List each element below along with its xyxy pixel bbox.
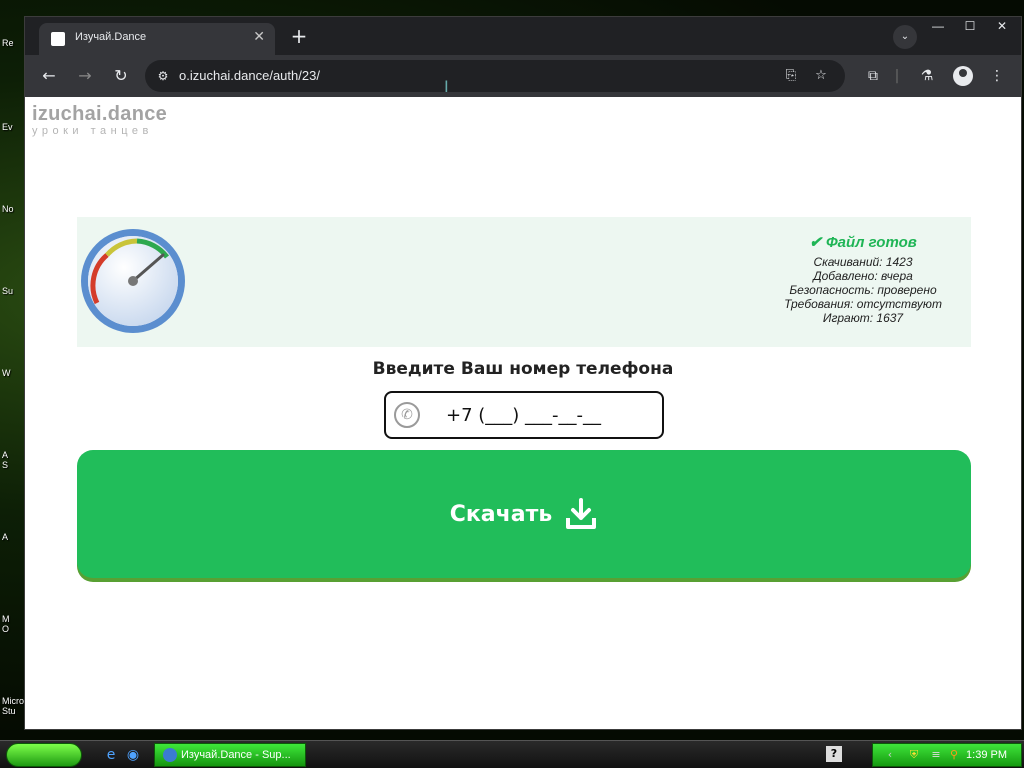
phone-input[interactable] [446, 401, 646, 429]
taskbar: e ◉ Изучай.Dance - Sup... ? ‹ ⛨ ≡ ⚲ 1:39… [0, 740, 1024, 768]
new-tab-icon[interactable]: + [287, 25, 311, 49]
status-requirements: Требования: отсутствуют [784, 297, 942, 311]
checkmark-icon: ✔ [809, 234, 822, 251]
site-logo-subtitle: уроки танцев [32, 125, 153, 137]
download-icon [566, 498, 597, 529]
text-cursor-icon: I [444, 77, 449, 96]
file-info-banner: ✔ Файл готов Скачиваний: 1423 Добавлено:… [77, 217, 971, 347]
tray-expand-icon[interactable]: ‹ [883, 748, 897, 762]
menu-kebab-icon[interactable]: ⋮ [987, 66, 1007, 86]
url-text[interactable]: o.izuchai.dance/auth/23/ [179, 68, 320, 83]
web-page: izuchai.dance уроки танцев ✔ Файл готов … [25, 97, 1021, 729]
labs-flask-icon[interactable]: ⚗ [917, 66, 937, 86]
favicon-icon [51, 32, 65, 46]
desktop-icon-label[interactable]: A S [2, 450, 8, 470]
desktop-icon-label[interactable]: Re [2, 38, 14, 48]
browser-window: Изучай.Dance ✕ + ⌄ — ☐ ✕ ← → ↻ ⚙ o.izuch… [24, 16, 1022, 730]
desktop-icon-label[interactable]: Su [2, 286, 13, 296]
close-tab-icon[interactable]: ✕ [253, 29, 265, 45]
status-downloads: Скачиваний: 1423 [813, 255, 913, 269]
status-security: Безопасность: проверено [789, 283, 937, 297]
start-button[interactable] [6, 743, 82, 767]
desktop-icon-label[interactable]: M O [2, 614, 10, 634]
system-tray: ‹ ⛨ ≡ ⚲ 1:39 PM [872, 743, 1022, 767]
search-icon[interactable]: ⚲ [947, 748, 961, 762]
toolbar-divider: | [894, 68, 900, 84]
tab-title: Изучай.Dance [75, 31, 147, 43]
security-shield-icon[interactable]: ⛨ [907, 748, 921, 762]
phone-prompt: Введите Ваш номер телефона [372, 359, 674, 379]
extensions-icon[interactable]: ⧉ [863, 66, 883, 86]
desktop-icon-label[interactable]: W [2, 368, 11, 378]
desktop-icon-label[interactable]: A [2, 532, 8, 542]
network-icon[interactable]: ≡ [929, 748, 943, 762]
browser-quicklaunch-icon[interactable]: ◉ [124, 746, 142, 764]
browser-task-icon [163, 748, 177, 762]
tab-search-icon[interactable]: ⌄ [893, 25, 917, 49]
download-button-label: Скачать [449, 501, 553, 527]
help-icon[interactable]: ? [826, 746, 842, 762]
phone-field-wrapper[interactable]: ✆ [384, 391, 664, 439]
status-added: Добавлено: вчера [813, 269, 913, 283]
address-bar[interactable]: ⚙ o.izuchai.dance/auth/23/ ⎘ ☆ [145, 60, 845, 92]
tab-izuchai[interactable]: Изучай.Dance ✕ [39, 23, 275, 55]
file-ready-status: ✔ Файл готов [809, 234, 917, 251]
back-arrow-icon[interactable]: ← [37, 64, 61, 88]
tab-bar: Изучай.Dance ✕ + ⌄ — ☐ ✕ [25, 17, 1021, 55]
forward-arrow-icon[interactable]: → [73, 64, 97, 88]
desktop-icon-label[interactable]: Ev [2, 122, 13, 132]
profile-avatar-icon[interactable] [953, 66, 973, 86]
minimize-icon[interactable]: — [923, 17, 953, 35]
maximize-icon[interactable]: ☐ [955, 17, 985, 35]
window-controls: — ☐ ✕ [923, 17, 1017, 37]
translate-icon[interactable]: ⎘ [781, 66, 801, 86]
download-button[interactable]: Скачать [77, 450, 971, 578]
taskbar-item-browser[interactable]: Изучай.Dance - Sup... [154, 743, 306, 767]
bookmark-star-icon[interactable]: ☆ [811, 66, 831, 86]
reload-icon[interactable]: ↻ [109, 64, 133, 88]
phone-icon: ✆ [394, 402, 420, 428]
desktop-icon-label[interactable]: Micro Stu [2, 696, 24, 716]
clock[interactable]: 1:39 PM [966, 749, 1007, 761]
site-info-icon[interactable]: ⚙ [153, 66, 173, 86]
status-playing: Играют: 1637 [822, 311, 904, 325]
desktop-icon-label[interactable]: No [2, 204, 14, 214]
close-window-icon[interactable]: ✕ [987, 17, 1017, 35]
file-status-block: ✔ Файл готов Скачиваний: 1423 Добавлено:… [763, 233, 963, 325]
site-logo-title[interactable]: izuchai.dance [32, 103, 167, 126]
browser-toolbar: ← → ↻ ⚙ o.izuchai.dance/auth/23/ ⎘ ☆ ⧉ |… [25, 55, 1021, 97]
speedometer-icon [81, 229, 185, 333]
ie-icon[interactable]: e [102, 746, 120, 764]
